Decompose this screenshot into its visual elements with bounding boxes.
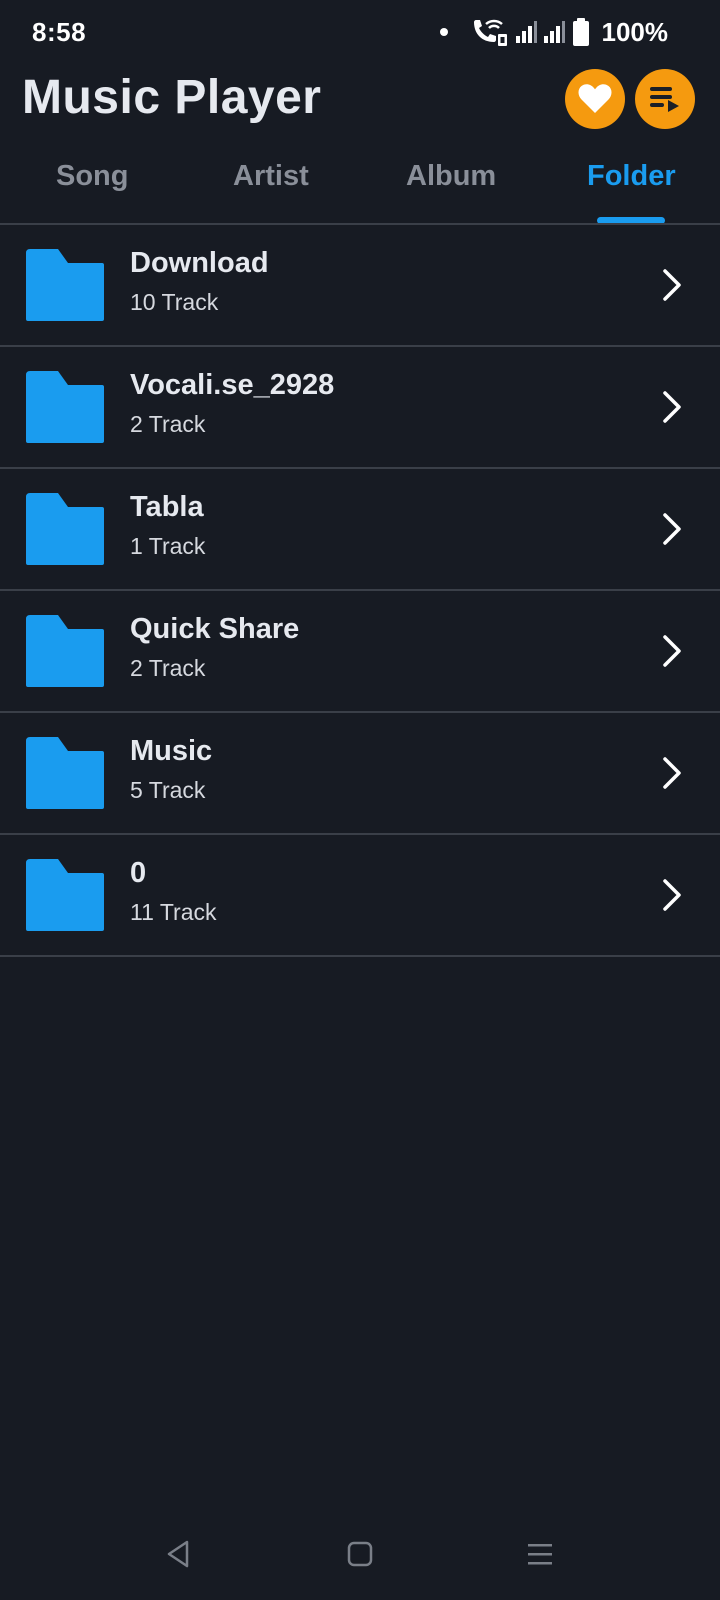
folder-track-count: 2 Track xyxy=(130,411,206,437)
recents-icon xyxy=(528,1544,552,1565)
status-icons: 100% xyxy=(439,16,669,48)
folder-row[interactable]: Download 10 Track xyxy=(0,225,720,347)
folder-name: 0 xyxy=(130,857,147,889)
status-bar: 8:58 100% xyxy=(0,0,720,62)
favorites-button[interactable] xyxy=(565,69,625,129)
battery-icon xyxy=(572,18,590,46)
tab-folder[interactable]: Folder xyxy=(587,160,676,193)
notification-dot-icon xyxy=(439,28,448,36)
folder-track-count: 5 Track xyxy=(130,777,206,803)
signal-icon xyxy=(543,19,566,45)
home-button[interactable] xyxy=(338,1532,382,1576)
folder-row[interactable]: Music 5 Track xyxy=(0,713,720,835)
status-time: 8:58 xyxy=(32,17,87,47)
battery-percentage: 100% xyxy=(601,16,669,47)
folder-list: Download 10 Track Vocali.se_2928 2 Track… xyxy=(0,225,720,957)
folder-icon xyxy=(26,737,104,809)
folder-name: Music xyxy=(130,735,213,767)
playlist-icon xyxy=(650,87,679,112)
folder-track-count: 10 Track xyxy=(130,289,219,315)
home-icon xyxy=(347,1541,373,1567)
folder-row[interactable]: Tabla 1 Track xyxy=(0,469,720,591)
chevron-right-icon xyxy=(663,757,681,789)
heart-icon xyxy=(578,84,612,113)
chevron-right-icon xyxy=(663,635,681,667)
folder-icon xyxy=(26,493,104,565)
chevron-right-icon xyxy=(663,391,681,423)
page-title: Music Player xyxy=(22,71,322,124)
queue-button[interactable] xyxy=(635,69,695,129)
folder-name: Vocali.se_2928 xyxy=(130,369,335,401)
back-button[interactable] xyxy=(156,1532,200,1576)
folder-track-count: 1 Track xyxy=(130,533,206,559)
folder-icon xyxy=(26,249,104,321)
tab-song[interactable]: Song xyxy=(56,160,129,193)
folder-icon xyxy=(26,859,104,931)
tab-album[interactable]: Album xyxy=(406,160,496,193)
folder-name: Download xyxy=(130,247,269,279)
chevron-right-icon xyxy=(663,269,681,301)
back-icon xyxy=(167,1540,189,1568)
tab-artist[interactable]: Artist xyxy=(233,160,309,193)
tab-bar: Song Artist Album Folder xyxy=(0,150,720,224)
recents-button[interactable] xyxy=(518,1532,562,1576)
screen: 8:58 100% Music Player Song Artist Album… xyxy=(0,0,720,1600)
navigation-bar xyxy=(0,1520,720,1600)
folder-track-count: 11 Track xyxy=(130,899,217,925)
folder-icon xyxy=(26,615,104,687)
folder-track-count: 2 Track xyxy=(130,655,206,681)
folder-icon xyxy=(26,371,104,443)
signal-icon xyxy=(515,19,538,45)
folder-name: Tabla xyxy=(130,491,204,523)
folder-row[interactable]: 0 11 Track xyxy=(0,835,720,957)
folder-row[interactable]: Vocali.se_2928 2 Track xyxy=(0,347,720,469)
chevron-right-icon xyxy=(663,513,681,545)
folder-name: Quick Share xyxy=(130,613,300,645)
chevron-right-icon xyxy=(663,879,681,911)
wifi-calling-icon xyxy=(470,16,510,48)
folder-row[interactable]: Quick Share 2 Track xyxy=(0,591,720,713)
